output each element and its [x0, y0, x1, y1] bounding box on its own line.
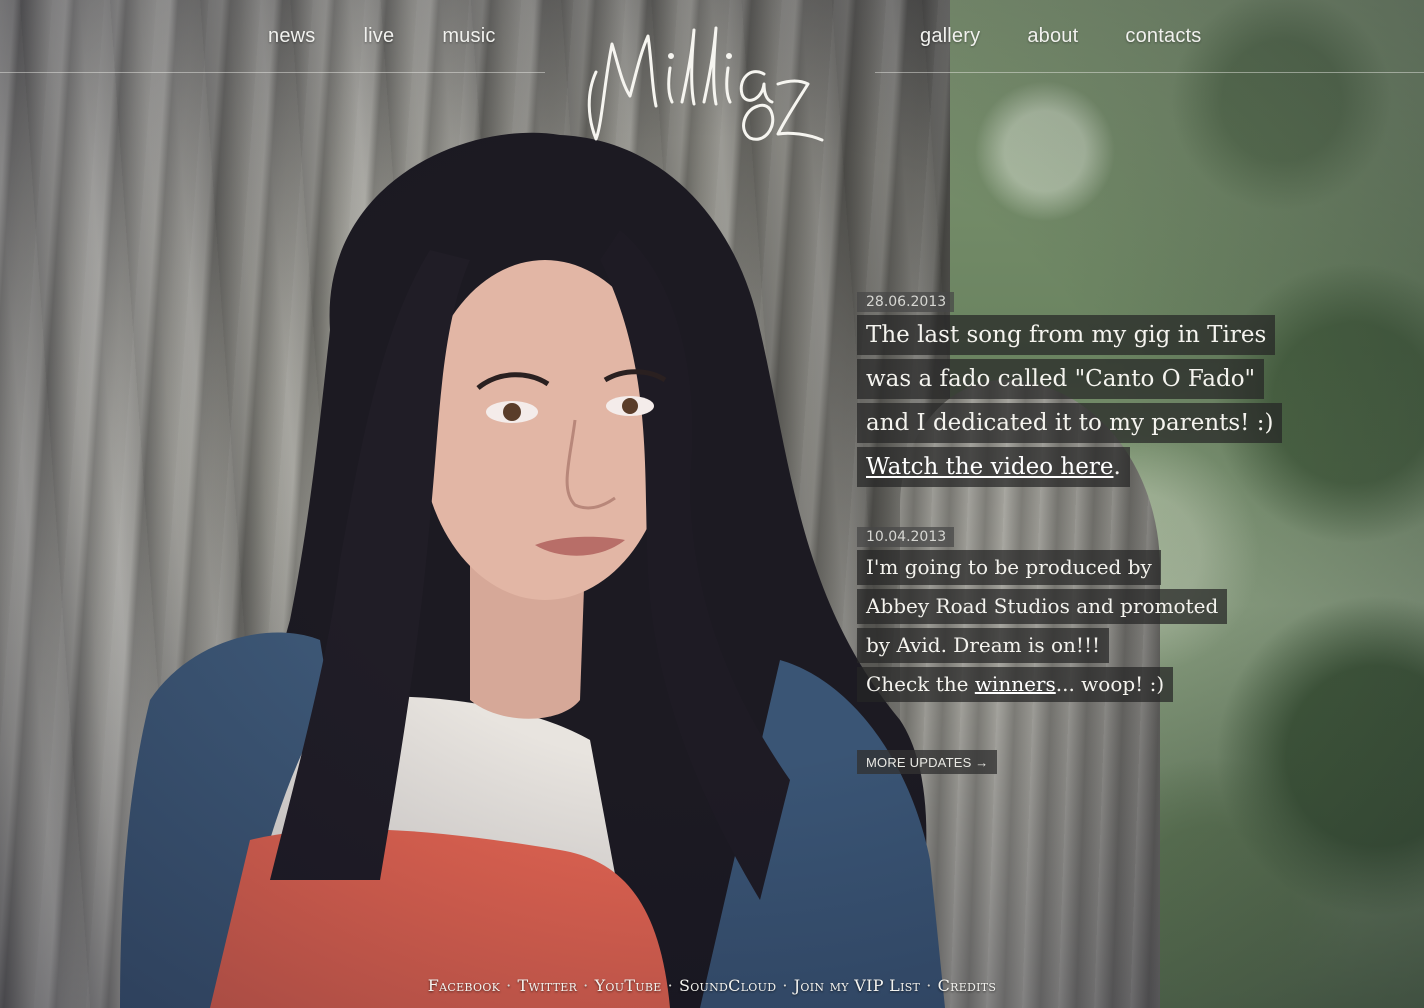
- credits-link[interactable]: Credits: [938, 976, 997, 995]
- nav-divider-right: [875, 72, 1424, 73]
- post-line: and I dedicated it to my parents! :): [857, 403, 1283, 443]
- link-suffix: .: [1113, 454, 1121, 480]
- post-line: Abbey Road Studios and promoted: [857, 589, 1228, 624]
- footer-separator: ·: [506, 976, 512, 995]
- nav-about[interactable]: about: [1027, 25, 1078, 48]
- nav-music[interactable]: music: [442, 25, 495, 48]
- post-date: 28.06.2013: [857, 292, 955, 312]
- footer-links: Facebook · Twitter · YouTube · SoundCloud · Join…: [0, 976, 1424, 995]
- post-line-link: Watch the video here.: [857, 447, 1130, 487]
- line-suffix: ... woop! :): [1055, 672, 1165, 696]
- nav-gallery[interactable]: gallery: [920, 25, 980, 48]
- post-date: 10.04.2013: [857, 527, 955, 547]
- more-updates-button[interactable]: MORE UPDATES →: [857, 750, 998, 774]
- twitter-link[interactable]: Twitter: [518, 976, 578, 995]
- footer-separator: ·: [782, 976, 788, 995]
- nav-right: gallery about contacts: [920, 18, 1201, 54]
- post-line: The last song from my gig in Tires: [857, 315, 1276, 355]
- post-line: I'm going to be produced by: [857, 550, 1161, 585]
- nav-contacts[interactable]: contacts: [1125, 25, 1201, 48]
- nav-live[interactable]: live: [364, 25, 395, 48]
- post-line-link: Check the winners... woop! :): [857, 667, 1174, 702]
- line-prefix: Check the: [866, 672, 975, 696]
- post-line: by Avid. Dream is on!!!: [857, 628, 1110, 663]
- footer-separator: ·: [667, 976, 673, 995]
- updates-feed: 28.06.2013 The last song from my gig in …: [857, 292, 1317, 774]
- update-post: 10.04.2013 I'm going to be produced by A…: [857, 527, 1317, 702]
- logo-signature: [587, 26, 824, 142]
- youtube-link[interactable]: YouTube: [595, 976, 662, 995]
- site-logo[interactable]: [578, 14, 834, 146]
- facebook-link[interactable]: Facebook: [428, 976, 500, 995]
- winners-link[interactable]: winners: [975, 672, 1056, 696]
- update-post: 28.06.2013 The last song from my gig in …: [857, 292, 1317, 487]
- soundcloud-link[interactable]: SoundCloud: [679, 976, 776, 995]
- vip-list-link[interactable]: Join my VIP List: [794, 976, 920, 995]
- footer-separator: ·: [926, 976, 932, 995]
- footer-separator: ·: [583, 976, 589, 995]
- nav-left: news live music: [268, 18, 496, 54]
- nav-divider-left: [0, 72, 545, 73]
- post-line: was a fado called "Canto O Fado": [857, 359, 1265, 399]
- nav-news[interactable]: news: [268, 25, 316, 48]
- watch-video-link[interactable]: Watch the video here: [866, 454, 1113, 480]
